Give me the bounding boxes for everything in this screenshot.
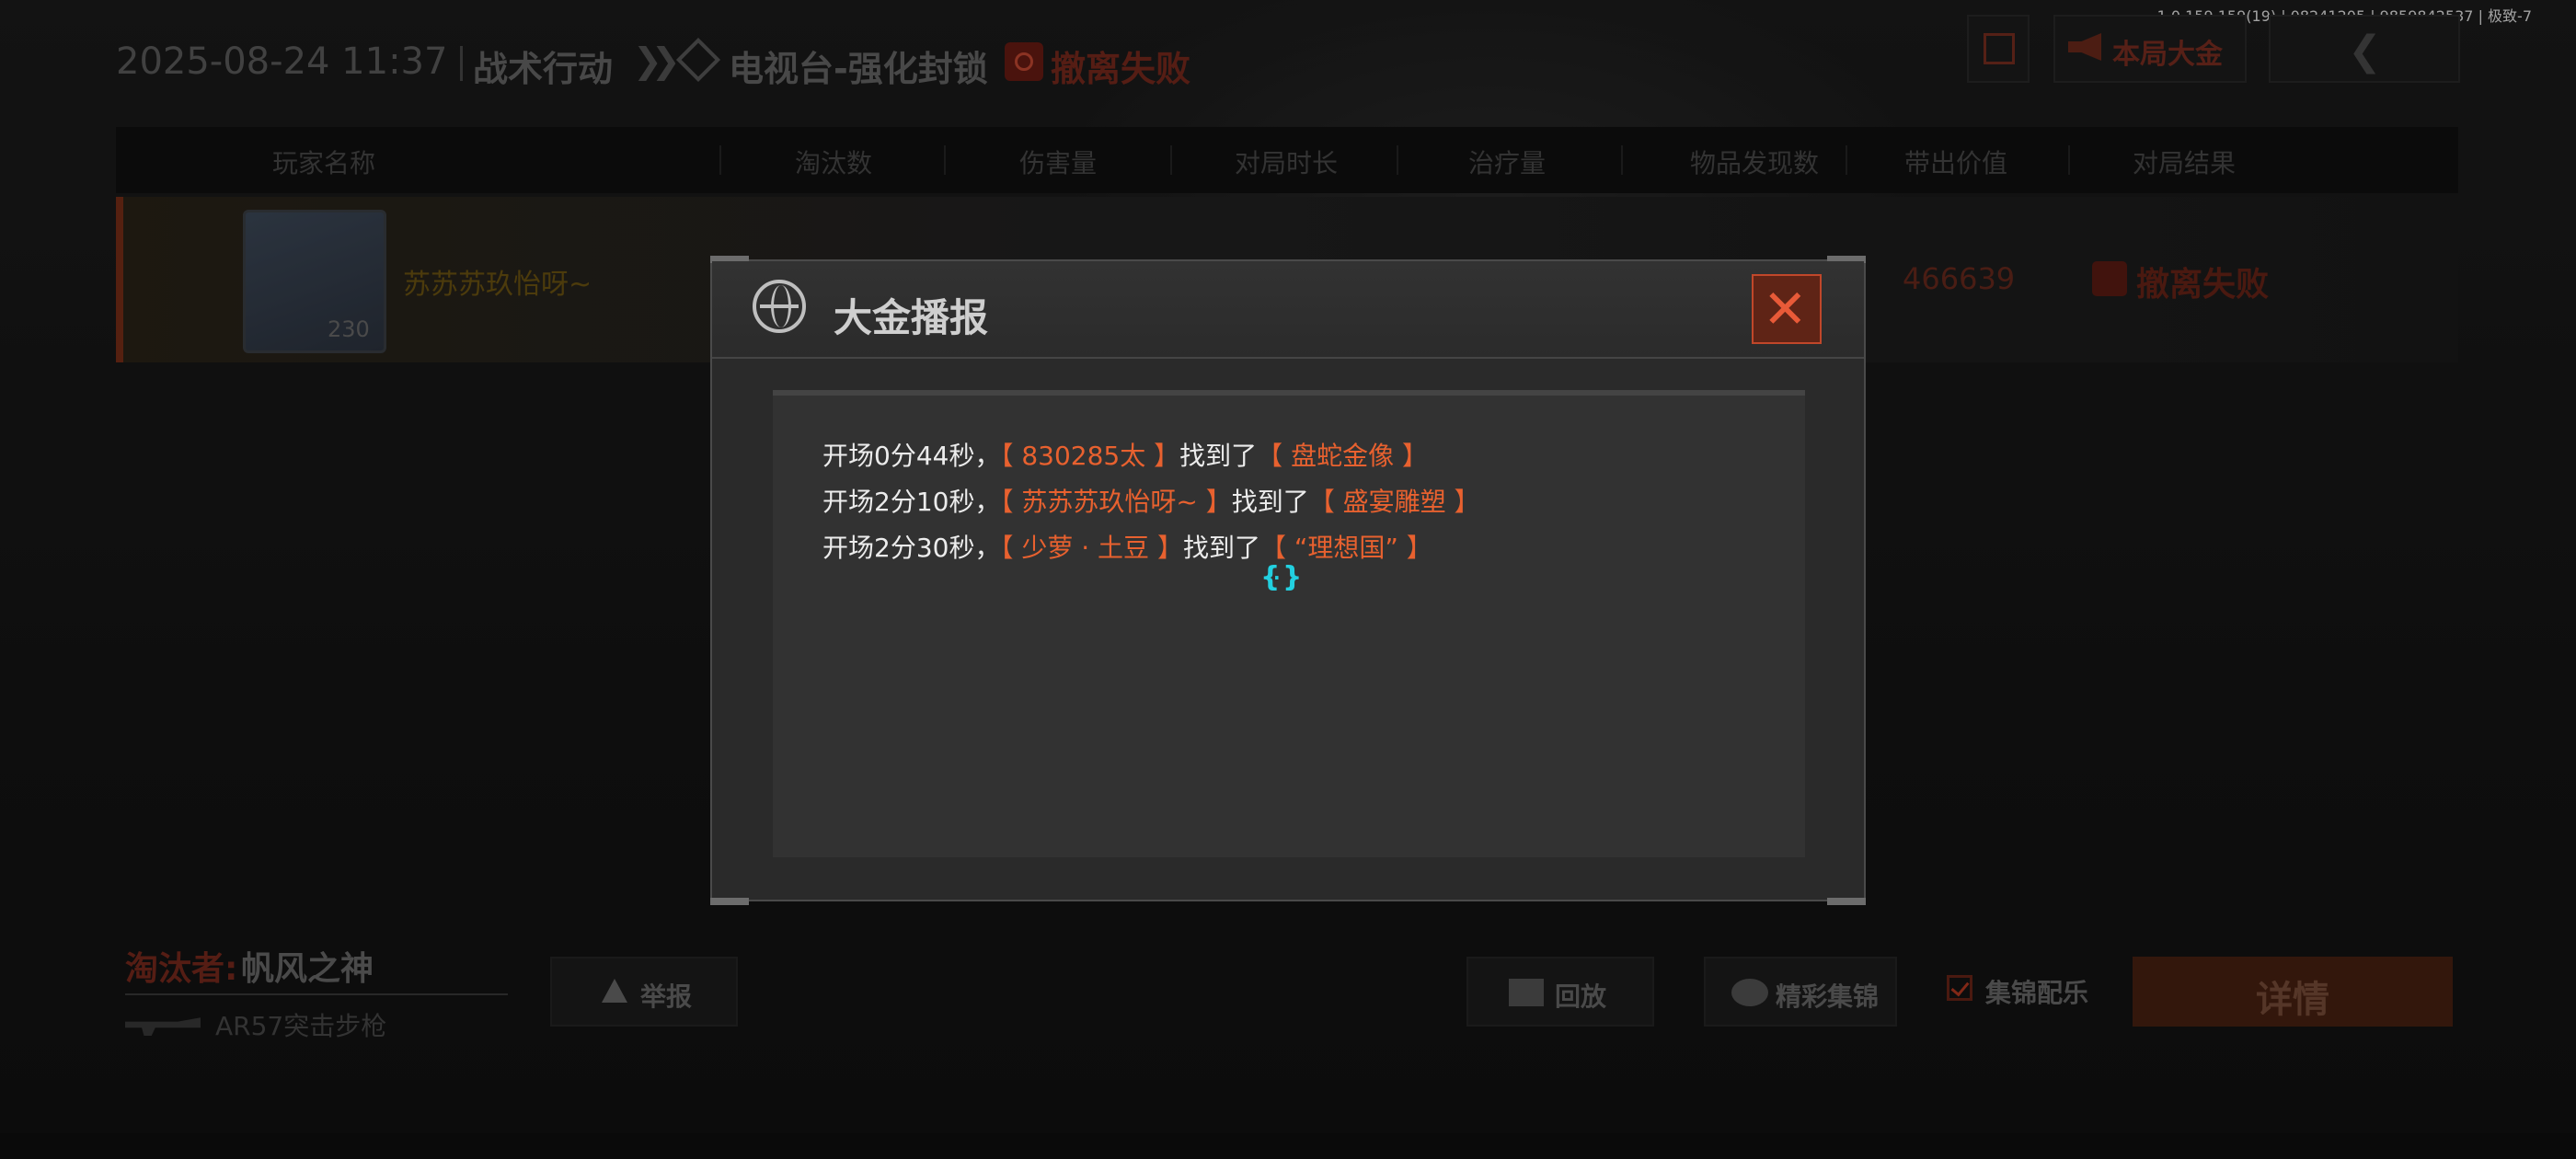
close-icon: ✕: [1763, 278, 1808, 340]
list-item: 开场0分44秒，【 830285太 】找到了【 盘蛇金像 】: [822, 436, 1428, 473]
globe-icon: [753, 280, 806, 333]
entry-time: 开场2分10秒，: [822, 487, 1001, 517]
list-item: 开场2分30秒，【 少萝 · 土豆 】找到了【 “理想国” 】: [822, 528, 1432, 565]
dialog-title: 大金播报: [834, 295, 989, 340]
corner-accent: [1827, 898, 1866, 905]
cursor-icon: {·}: [1260, 561, 1303, 593]
entry-time: 开场0分44秒，: [822, 441, 1001, 471]
corner-accent: [710, 898, 749, 905]
close-button[interactable]: ✕: [1752, 274, 1822, 344]
list-item: 开场2分10秒，【 苏苏苏玖怡呀~ 】找到了【 盛宴雕塑 】: [822, 482, 1480, 519]
entry-player: 【 少萝 · 土豆 】: [1000, 533, 1183, 563]
entry-player: 【 苏苏苏玖怡呀~ 】: [1000, 487, 1232, 517]
entry-verb: 找到了: [1182, 533, 1260, 563]
entry-verb: 找到了: [1179, 441, 1258, 471]
entry-player: 【 830285太 】: [1000, 441, 1180, 471]
dialog-header: 大金播报 ✕: [712, 261, 1864, 359]
entry-verb: 找到了: [1231, 487, 1309, 517]
entry-item: 【 “理想国” 】: [1259, 533, 1432, 563]
entry-item: 【 盛宴雕塑 】: [1308, 487, 1480, 517]
broadcast-list: 开场0分44秒，【 830285太 】找到了【 盘蛇金像 】 开场2分10秒，【…: [773, 390, 1805, 857]
entry-time: 开场2分30秒，: [822, 533, 1001, 563]
entry-item: 【 盘蛇金像 】: [1257, 441, 1428, 471]
